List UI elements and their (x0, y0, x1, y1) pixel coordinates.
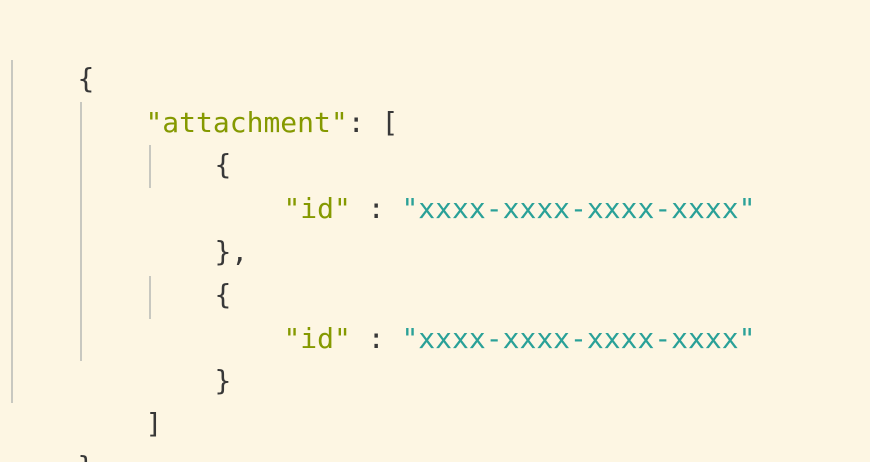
close-brace: } (77, 450, 94, 462)
json-string-value: "xxxx-xxxx-xxxx-xxxx" (401, 322, 756, 355)
code-line-10: } (10, 401, 94, 462)
close-brace: } (214, 364, 232, 397)
json-string-value: "xxxx-xxxx-xxxx-xxxx" (401, 192, 756, 225)
json-key-id: "id" (283, 322, 351, 355)
code-line-5: }, (147, 186, 248, 268)
key-separator: : (347, 106, 382, 139)
code-line-9: ] (78, 358, 162, 440)
open-bracket: [ (381, 106, 399, 139)
code-editor[interactable]: { "attachment": [ { "id" : "xxxx-xxxx-xx… (0, 0, 870, 462)
code-line-8: } (147, 315, 231, 397)
code-line-7: "id" : "xxxx-xxxx-xxxx-xxxx" (216, 273, 755, 355)
json-key-id: "id" (283, 192, 351, 225)
key-separator: : (350, 192, 402, 225)
code-line-2: "attachment": [ (78, 57, 398, 139)
code-line-3: { (147, 99, 231, 181)
code-line-4: "id" : "xxxx-xxxx-xxxx-xxxx" (216, 143, 755, 225)
code-line-6: { (147, 229, 231, 311)
code-line-1: { (10, 13, 94, 95)
key-separator: : (350, 322, 402, 355)
close-bracket: ] (145, 407, 163, 440)
